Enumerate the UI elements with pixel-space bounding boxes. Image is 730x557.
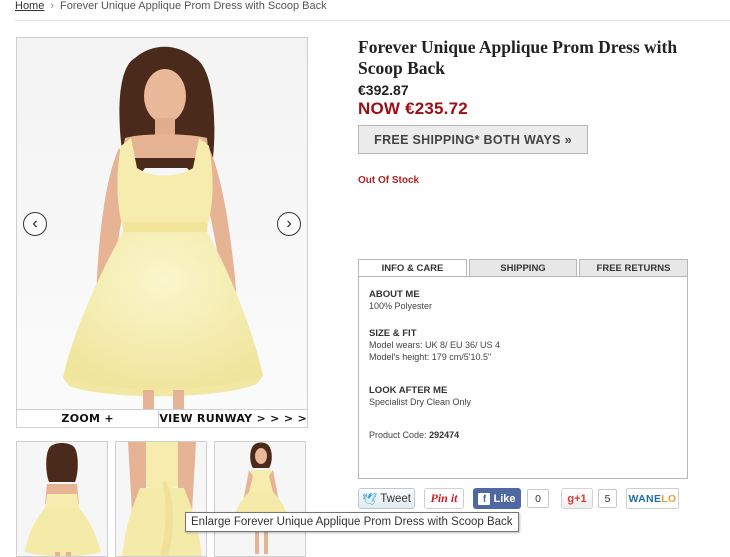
facebook-like-button[interactable]: f Like (473, 488, 521, 509)
product-code-value: 292474 (429, 430, 460, 440)
stock-status: Out Of Stock (358, 175, 420, 186)
dress-illustration (63, 46, 263, 409)
facebook-icon: f (478, 492, 491, 505)
thumbnail-detail-view[interactable] (115, 441, 207, 557)
info-care-panel: ABOUT ME 100% Polyester SIZE & FIT Model… (358, 276, 688, 479)
free-shipping-button[interactable]: FREE SHIPPING* BOTH WAYS » (358, 125, 588, 154)
breadcrumb-current: Forever Unique Applique Prom Dress with … (60, 0, 327, 12)
image-actions-bar: ZOOM + VIEW RUNWAY > > > > (16, 409, 308, 428)
tweet-label: Tweet (380, 492, 411, 505)
wanelo-label-a: WANE (628, 492, 662, 505)
product-title: Forever Unique Applique Prom Dress with … (358, 37, 678, 78)
wanelo-button[interactable]: WANE LO (626, 488, 679, 509)
google-plus-button[interactable]: g+1 (561, 488, 593, 509)
breadcrumb: Home › Forever Unique Applique Prom Dress … (15, 0, 327, 14)
product-code: Product Code: 292474 (369, 429, 459, 441)
next-image-button[interactable]: › (277, 212, 301, 236)
original-price: €392.87 (358, 82, 409, 98)
thumbnail-full-view[interactable] (214, 441, 306, 557)
breadcrumb-home-link[interactable]: Home (15, 0, 44, 12)
like-label: Like (493, 492, 516, 505)
zoom-button[interactable]: ZOOM + (17, 410, 158, 427)
main-product-image[interactable]: ‹ › (16, 37, 308, 410)
tab-free-returns[interactable]: FREE RETURNS (579, 259, 688, 277)
about-heading: ABOUT ME (369, 289, 420, 300)
size-model-height: Model's height: 179 cm/5'10.5" (369, 352, 492, 362)
care-section: LOOK AFTER ME Specialist Dry Clean Only (369, 385, 471, 408)
chevron-left-icon: ‹ (32, 215, 38, 232)
about-text: 100% Polyester (369, 301, 433, 311)
top-divider (15, 20, 730, 21)
product-code-label: Product Code: (369, 430, 427, 440)
tab-shipping[interactable]: SHIPPING (469, 259, 577, 277)
care-heading: LOOK AFTER ME (369, 385, 448, 396)
sale-price: NOW €235.72 (358, 99, 468, 118)
prev-image-button[interactable]: ‹ (23, 212, 47, 236)
pinit-button[interactable]: Pin it (424, 488, 464, 509)
product-info-tabs: INFO & CARE SHIPPING FREE RETURNS (358, 259, 688, 278)
care-text: Specialist Dry Clean Only (369, 397, 472, 407)
size-fit-section: SIZE & FIT Model wears: UK 8/ EU 36/ US … (369, 328, 500, 363)
thumbnail-image (233, 442, 289, 554)
twitter-bird-icon: 🕊 (362, 491, 378, 506)
chevron-right-icon: › (286, 215, 292, 232)
thumbnail-image (122, 442, 202, 556)
google-plus-count: 5 (598, 489, 617, 508)
thumbnail-back-view[interactable] (16, 441, 108, 557)
view-runway-button[interactable]: VIEW RUNWAY > > > > (158, 410, 307, 427)
breadcrumb-separator: › (50, 0, 55, 12)
size-model-wears: Model wears: UK 8/ EU 36/ US 4 (369, 340, 501, 350)
wanelo-label-b: LO (661, 492, 677, 505)
tweet-button[interactable]: 🕊 Tweet (358, 488, 415, 509)
size-fit-heading: SIZE & FIT (369, 328, 417, 339)
thumbnail-image (25, 443, 101, 556)
about-section: ABOUT ME 100% Polyester (369, 289, 432, 312)
like-count: 0 (527, 489, 549, 508)
enlarge-tooltip: Enlarge Forever Unique Applique Prom Dre… (185, 512, 519, 532)
